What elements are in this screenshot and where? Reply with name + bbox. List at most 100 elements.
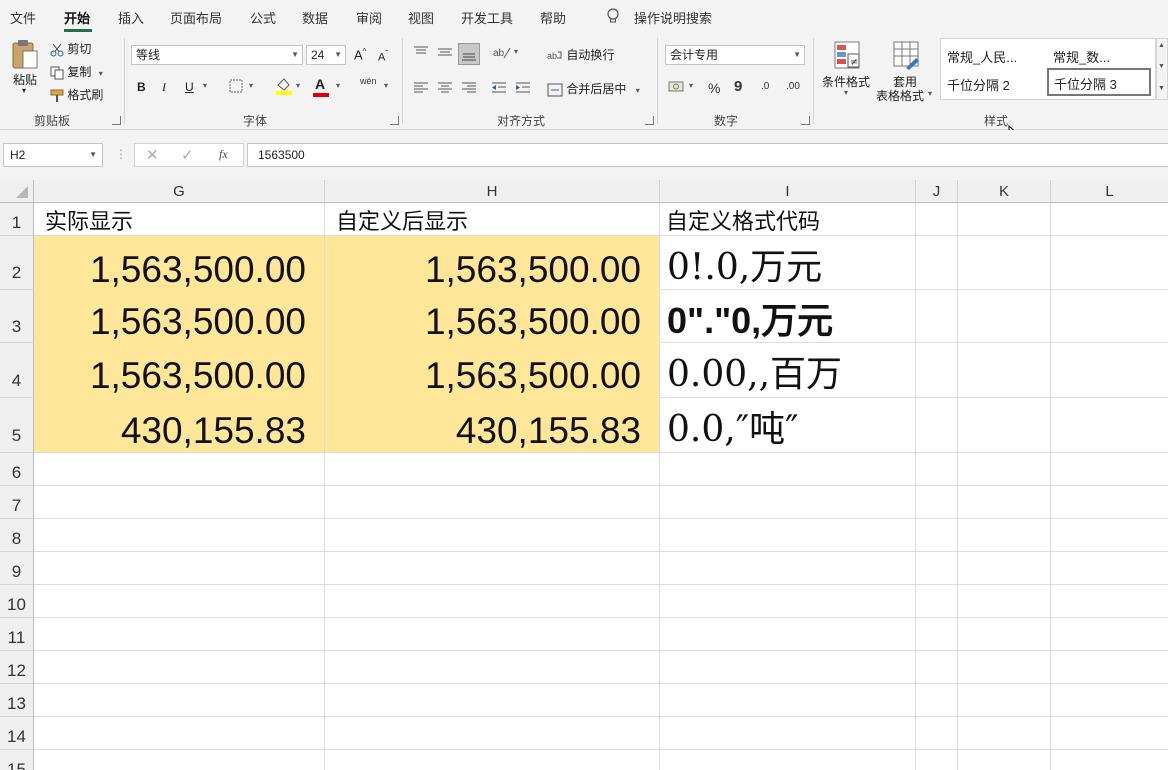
insert-function-icon[interactable]: fx [219,147,228,162]
align-top-icon[interactable] [412,45,430,59]
cell-i5[interactable]: 0.0,″吨″ [660,398,915,452]
cell-g1[interactable]: 实际显示 [34,203,324,235]
menu-view[interactable]: 视图 [408,8,434,27]
fill-color-dropdown[interactable]: ▾ [296,81,300,90]
select-all-corner[interactable] [0,180,34,203]
menu-page-layout[interactable]: 页面布局 [170,8,222,27]
clipboard-launcher-icon[interactable] [112,116,121,125]
border-dropdown[interactable]: ▾ [249,81,253,90]
row-header-11[interactable]: 11 [0,618,34,651]
menu-data[interactable]: 数据 [302,8,328,27]
cell-h2[interactable]: 1,563,500.00 [325,236,659,289]
row-header-15[interactable]: 15 [0,750,34,770]
alignment-launcher-icon[interactable] [645,116,654,125]
wrap-text-button[interactable]: ab 自动换行 [547,46,614,63]
cell-i3[interactable]: 0"."0,万元 [660,290,915,342]
decrease-indent-icon[interactable] [490,81,508,95]
number-launcher-icon[interactable] [801,116,810,125]
row-header-2[interactable]: 2 [0,236,34,290]
align-right-icon[interactable] [460,81,478,95]
paste-button[interactable]: 粘贴 ▾ [10,38,42,98]
align-center-icon[interactable] [436,81,454,95]
phonetic-dropdown[interactable]: ▾ [384,81,388,90]
column-header-l[interactable]: L [1051,180,1168,203]
row-header-9[interactable]: 9 [0,552,34,585]
comma-button[interactable]: 9 [734,78,742,95]
number-format-select[interactable]: 会计专用 ▼ [665,45,805,65]
style-comma-3-selected[interactable]: 千位分隔 3 [1047,68,1151,96]
column-header-g[interactable]: G [34,180,325,203]
italic-button[interactable]: I [162,80,166,95]
cell-i4[interactable]: 0.00,,百万 [660,343,915,397]
font-launcher-icon[interactable] [390,116,399,125]
menu-review[interactable]: 审阅 [356,8,382,27]
merge-center-button[interactable]: 合并后居中 ▾ [547,80,640,97]
scroll-up-icon[interactable]: ▲ [1158,42,1165,49]
styles-gallery-scroll[interactable]: ▲ ▼ ▼ [1156,38,1168,100]
scroll-down-icon[interactable]: ▼ [1158,63,1165,70]
align-bottom-button[interactable] [458,43,480,65]
cell-g5[interactable]: 430,155.83 [34,398,324,452]
align-middle-icon[interactable] [436,45,454,59]
currency-dropdown[interactable]: ▾ [689,81,693,90]
orientation-dropdown[interactable]: ▾ [514,47,518,56]
align-left-icon[interactable] [412,81,430,95]
fill-color-icon[interactable] [275,77,293,95]
menu-help[interactable]: 帮助 [540,8,566,27]
cell-i2[interactable]: 0!.0,万元 [660,236,915,289]
row-header-7[interactable]: 7 [0,486,34,519]
copy-button[interactable]: 复制 ▾ [50,63,103,80]
cell-h4[interactable]: 1,563,500.00 [325,343,659,397]
currency-icon[interactable] [668,79,686,95]
row-header-1[interactable]: 1 [0,203,34,236]
cut-button[interactable]: 剪切 [50,40,91,57]
font-color-button[interactable]: A [313,76,329,97]
row-header-14[interactable]: 14 [0,717,34,750]
menu-developer[interactable]: 开发工具 [461,8,513,27]
format-painter-button[interactable]: 格式刷 [50,86,103,103]
menu-insert[interactable]: 插入 [118,8,144,27]
row-header-5[interactable]: 5 [0,398,34,453]
column-header-h[interactable]: H [325,180,660,203]
border-icon[interactable] [229,79,243,93]
menu-formulas[interactable]: 公式 [250,8,276,27]
menu-home[interactable]: 开始 [64,8,90,27]
shrink-font-button[interactable]: Aˇ [378,49,388,64]
style-normal-number[interactable]: 常规_数... [1053,47,1110,66]
column-header-j[interactable]: J [916,180,958,203]
bold-button[interactable]: B [137,80,146,94]
cell-h5[interactable]: 430,155.83 [325,398,659,452]
percent-button[interactable]: % [708,80,720,96]
phonetic-button[interactable]: wén [360,76,377,86]
row-header-12[interactable]: 12 [0,651,34,684]
decrease-decimal-button[interactable]: .00 [786,81,800,92]
font-size-select[interactable]: 24 ▼ [306,45,346,65]
cell-g4[interactable]: 1,563,500.00 [34,343,324,397]
increase-indent-icon[interactable] [514,81,532,95]
format-as-table-button[interactable]: 套用 表格格式 ▾ [876,38,936,104]
row-header-8[interactable]: 8 [0,519,34,552]
cell-h1[interactable]: 自定义后显示 [325,203,659,235]
style-normal-rmb[interactable]: 常规_人民... [947,47,1017,66]
orientation-icon[interactable]: ab [492,44,512,60]
name-box[interactable]: H2 ▼ [3,143,103,167]
row-header-4[interactable]: 4 [0,343,34,398]
column-header-k[interactable]: K [958,180,1051,203]
column-header-i[interactable]: I [660,180,916,203]
formula-input[interactable]: 1563500 [247,143,1168,167]
grow-font-button[interactable]: A^ [354,47,366,62]
increase-decimal-button[interactable]: .0 [761,81,769,92]
name-box-dropdown-icon[interactable]: ▼ [89,144,97,166]
cell-i1[interactable]: 自定义格式代码 [660,203,915,235]
enter-icon[interactable]: ✓ [181,146,194,164]
row-header-6[interactable]: 6 [0,453,34,486]
underline-dropdown[interactable]: ▾ [203,81,207,90]
underline-button[interactable]: U [185,80,194,94]
font-color-dropdown[interactable]: ▾ [336,81,340,90]
cell-g2[interactable]: 1,563,500.00 [34,236,324,289]
cell-g3[interactable]: 1,563,500.00 [34,290,324,342]
conditional-format-button[interactable]: ≠ 条件格式 ▾ [822,38,872,104]
font-name-select[interactable]: 等线 ▼ [131,45,303,65]
row-header-13[interactable]: 13 [0,684,34,717]
cancel-icon[interactable]: ✕ [146,146,159,164]
